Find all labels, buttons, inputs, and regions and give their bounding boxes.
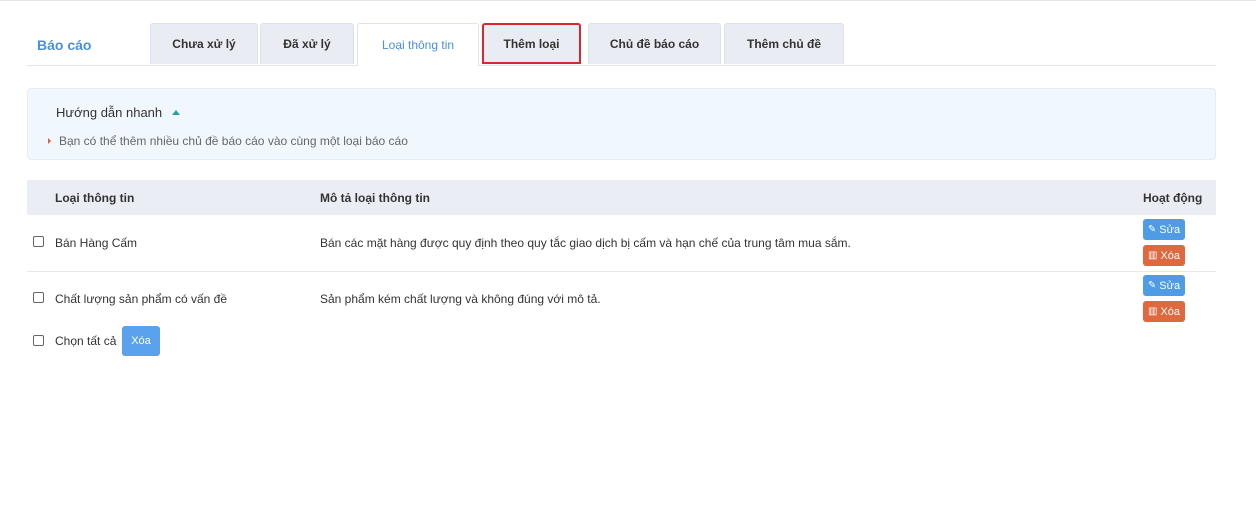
top-divider [0,0,1256,1]
trash-icon: ▥ [1147,250,1158,261]
quick-guide-panel: Hướng dẫn nhanh Bạn có thể thêm nhiều ch… [27,88,1216,160]
tab-info-types[interactable]: Loại thông tin [357,23,479,66]
column-header-actions: Hoạt động [1143,191,1203,205]
delete-button[interactable]: ▥ Xóa [1143,301,1185,322]
bulk-actions: Chọn tất cả Xóa [27,326,327,356]
row-type: Chất lượng sản phẩm có vấn đề [55,292,228,306]
page-header: Báo cáo Chưa xử lý Đã xử lý Loại thông t… [27,23,1216,66]
delete-button[interactable]: ▥ Xóa [1143,245,1185,266]
delete-label: Xóa [1160,305,1181,318]
trash-icon: ▥ [1147,306,1158,317]
tab-add-type[interactable]: Thêm loại [482,23,581,64]
tab-unprocessed[interactable]: Chưa xử lý [150,23,258,64]
table-row: Chất lượng sản phẩm có vấn đề Sản phẩm k… [27,271,1216,327]
quick-guide-toggle[interactable]: Hướng dẫn nhanh [56,105,181,120]
select-all-label[interactable]: Chọn tất cả [55,334,116,348]
tab-add-topic[interactable]: Thêm chủ đề [724,23,844,64]
row-description: Sản phẩm kém chất lượng và không đúng vớ… [320,292,601,306]
edit-icon: ✎ [1147,224,1157,235]
column-header-description: Mô tả loại thông tin [320,191,430,205]
table-header: Loại thông tin Mô tả loại thông tin Hoạt… [27,180,1216,215]
bulk-delete-button[interactable]: Xóa [122,326,160,356]
edit-button[interactable]: ✎ Sửa [1143,219,1185,240]
column-header-type: Loại thông tin [55,191,135,205]
page-title: Báo cáo [37,37,92,53]
row-description: Bán các mặt hàng được quy định theo quy … [320,236,851,250]
guide-item-text: Bạn có thể thêm nhiều chủ đề báo cáo vào… [59,134,408,148]
tab-report-topics[interactable]: Chủ đề báo cáo [588,23,721,64]
row-checkbox[interactable] [33,236,44,247]
edit-icon: ✎ [1147,280,1157,291]
row-type: Bán Hàng Cấm [55,236,138,250]
bullet-icon [48,138,51,144]
table-row: Bán Hàng Cấm Bán các mặt hàng được quy đ… [27,215,1216,272]
select-all-checkbox[interactable] [33,335,44,346]
guide-item: Bạn có thể thêm nhiều chủ đề báo cáo vào… [48,134,408,148]
delete-label: Xóa [1160,249,1181,262]
row-checkbox[interactable] [33,292,44,303]
edit-label: Sửa [1159,279,1181,292]
edit-button[interactable]: ✎ Sửa [1143,275,1185,296]
tab-processed[interactable]: Đã xử lý [260,23,354,64]
caret-up-icon [172,110,181,115]
quick-guide-title: Hướng dẫn nhanh [56,105,163,120]
edit-label: Sửa [1159,223,1181,236]
